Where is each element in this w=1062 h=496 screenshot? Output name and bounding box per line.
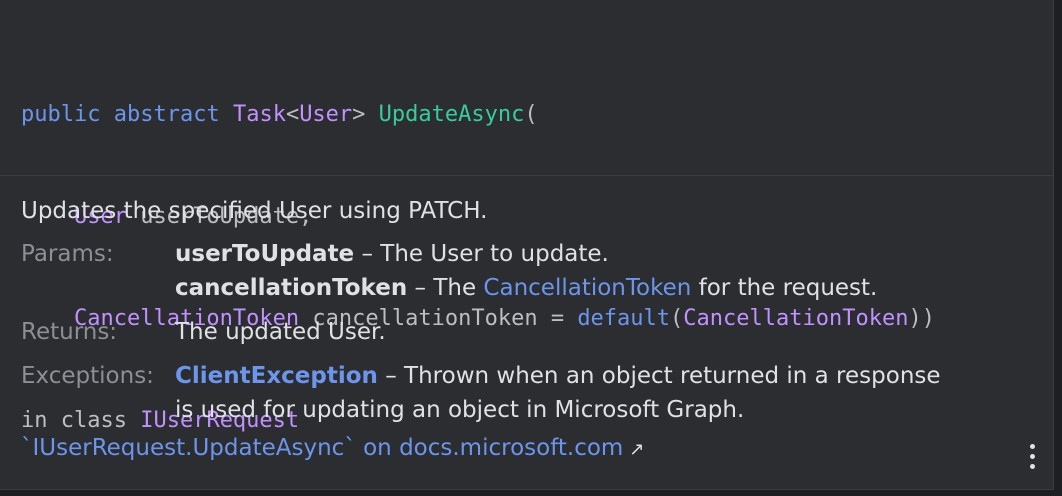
generic-close: >: [352, 102, 366, 127]
keyword-public: public: [21, 102, 101, 127]
kebab-dot: [1029, 444, 1035, 449]
params-section: Params: userToUpdate – The User to updat…: [21, 237, 1033, 305]
generic-open: <: [285, 102, 300, 127]
param-text: for the request.: [691, 275, 878, 301]
param-name: cancellationToken: [175, 275, 408, 301]
param-name: userToUpdate: [175, 241, 355, 267]
type-user[interactable]: User: [299, 102, 352, 127]
documentation-body: Updates the specified User using PATCH. …: [21, 192, 1033, 427]
exception-item: ClientException – Thrown when an object …: [175, 359, 1033, 393]
exception-text: – Thrown when an object returned in a re…: [377, 363, 941, 389]
param-text: The User to update.: [380, 241, 609, 267]
quick-documentation-popup: public abstract Task<User> UpdateAsync( …: [0, 0, 1054, 490]
kebab-menu-icon[interactable]: [1027, 444, 1037, 474]
exceptions-list: ClientException – Thrown when an object …: [175, 359, 1033, 427]
param-text: The: [433, 275, 484, 301]
returns-section: Returns: The updated User.: [21, 315, 1033, 349]
exception-item-cont: is used for updating an object in Micros…: [175, 397, 745, 423]
param-sep: –: [354, 241, 381, 267]
kebab-dot: [1029, 454, 1035, 459]
editor-background-edge: [1054, 0, 1062, 496]
external-docs-link[interactable]: `IUserRequest.UpdateAsync` on docs.micro…: [21, 431, 644, 467]
keyword-abstract: abstract: [113, 102, 220, 127]
param-sep: –: [407, 275, 434, 301]
returns-text: The updated User.: [175, 319, 386, 345]
arrow-up-right-icon: ↗: [629, 439, 645, 460]
external-docs-link-text[interactable]: `IUserRequest.UpdateAsync` on docs.micro…: [21, 435, 623, 461]
returns-label: Returns:: [21, 319, 118, 345]
description: Updates the specified User using PATCH.: [21, 198, 488, 224]
open-paren: (: [524, 102, 538, 127]
method-name: UpdateAsync: [378, 102, 525, 127]
params-label: Params:: [21, 241, 114, 267]
type-task[interactable]: Task: [233, 102, 286, 127]
param-item: userToUpdate – The User to update.: [175, 237, 1033, 271]
exceptions-section: Exceptions: ClientException – Thrown whe…: [21, 359, 1033, 427]
exceptions-label: Exceptions:: [21, 363, 154, 389]
client-exception-link[interactable]: ClientException: [175, 363, 378, 389]
param-item: cancellationToken – The CancellationToke…: [175, 271, 1033, 305]
params-list: userToUpdate – The User to update. cance…: [175, 237, 1033, 305]
signature-block: public abstract Task<User> UpdateAsync( …: [0, 0, 1053, 433]
cancellation-token-link[interactable]: CancellationToken: [483, 275, 691, 301]
signature-line-1: public abstract Task<User> UpdateAsync(: [21, 98, 1053, 132]
kebab-dot: [1029, 464, 1035, 469]
